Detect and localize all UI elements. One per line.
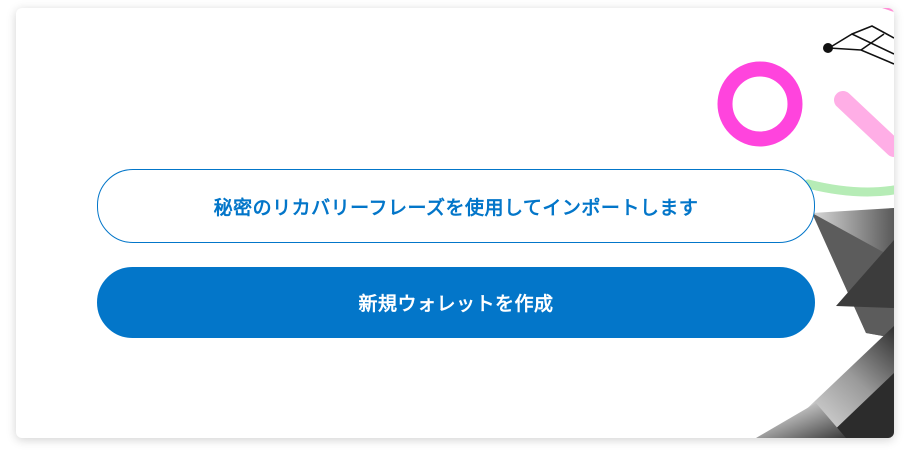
green-arc-shape [803, 179, 894, 197]
create-wallet-button[interactable]: 新規ウォレットを作成 [97, 267, 815, 338]
pink-corner-shape [882, 8, 894, 12]
node-dot-top [823, 43, 833, 53]
decorative-ring-icon [717, 61, 803, 147]
line-spikes-top [828, 25, 894, 65]
import-recovery-phrase-button[interactable]: 秘密のリカバリーフレーズを使用してインポートします [97, 169, 815, 243]
decorative-bar-icon [834, 91, 894, 157]
onboarding-panel: 秘密のリカバリーフレーズを使用してインポートします 新規ウォレットを作成 [16, 8, 894, 438]
